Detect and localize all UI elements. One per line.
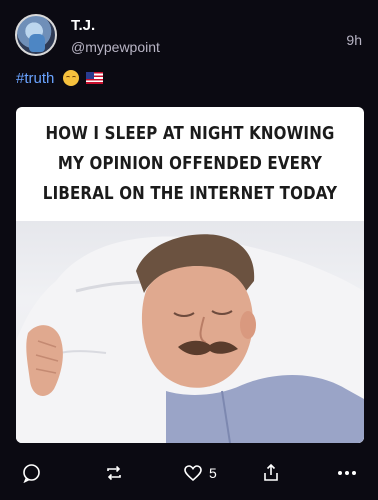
share-icon [264, 463, 278, 481]
meme-line: HOW I SLEEP AT NIGHT KNOWING [45, 124, 335, 144]
post-caption: #truth [16, 70, 103, 87]
more-icon [338, 471, 356, 475]
like-button[interactable]: 5 [183, 460, 217, 486]
meme-line: MY OPINION OFFENDED EVERY [57, 154, 323, 174]
meme-image-card[interactable]: HOW I SLEEP AT NIGHT KNOWING MY OPINION … [16, 107, 364, 443]
relieved-face-emoji [62, 70, 79, 86]
post: T.J. @mypewpoint 9h #truth HOW I SLEEP A… [0, 0, 378, 500]
us-flag-emoji [85, 72, 103, 84]
more-button[interactable] [336, 460, 358, 486]
repost-button[interactable] [104, 460, 124, 486]
display-name[interactable]: T.J. [71, 17, 95, 34]
heart-icon [184, 465, 202, 482]
hashtag-link[interactable]: #truth [16, 70, 54, 87]
like-count: 5 [209, 465, 217, 481]
share-button[interactable] [261, 460, 281, 486]
avatar-figure [29, 34, 45, 52]
avatar[interactable] [15, 14, 57, 56]
meme-caption: HOW I SLEEP AT NIGHT KNOWING MY OPINION … [40, 119, 339, 209]
sleeping-man-photo [16, 221, 364, 443]
repost-icon [107, 465, 121, 481]
meme-line: LIBERAL ON THE INTERNET TODAY [42, 184, 338, 204]
reply-button[interactable] [22, 460, 42, 486]
user-handle[interactable]: @mypewpoint [71, 39, 160, 55]
post-actions: 5 [0, 460, 378, 492]
post-timestamp: 9h [346, 32, 362, 48]
reply-icon [23, 464, 40, 483]
